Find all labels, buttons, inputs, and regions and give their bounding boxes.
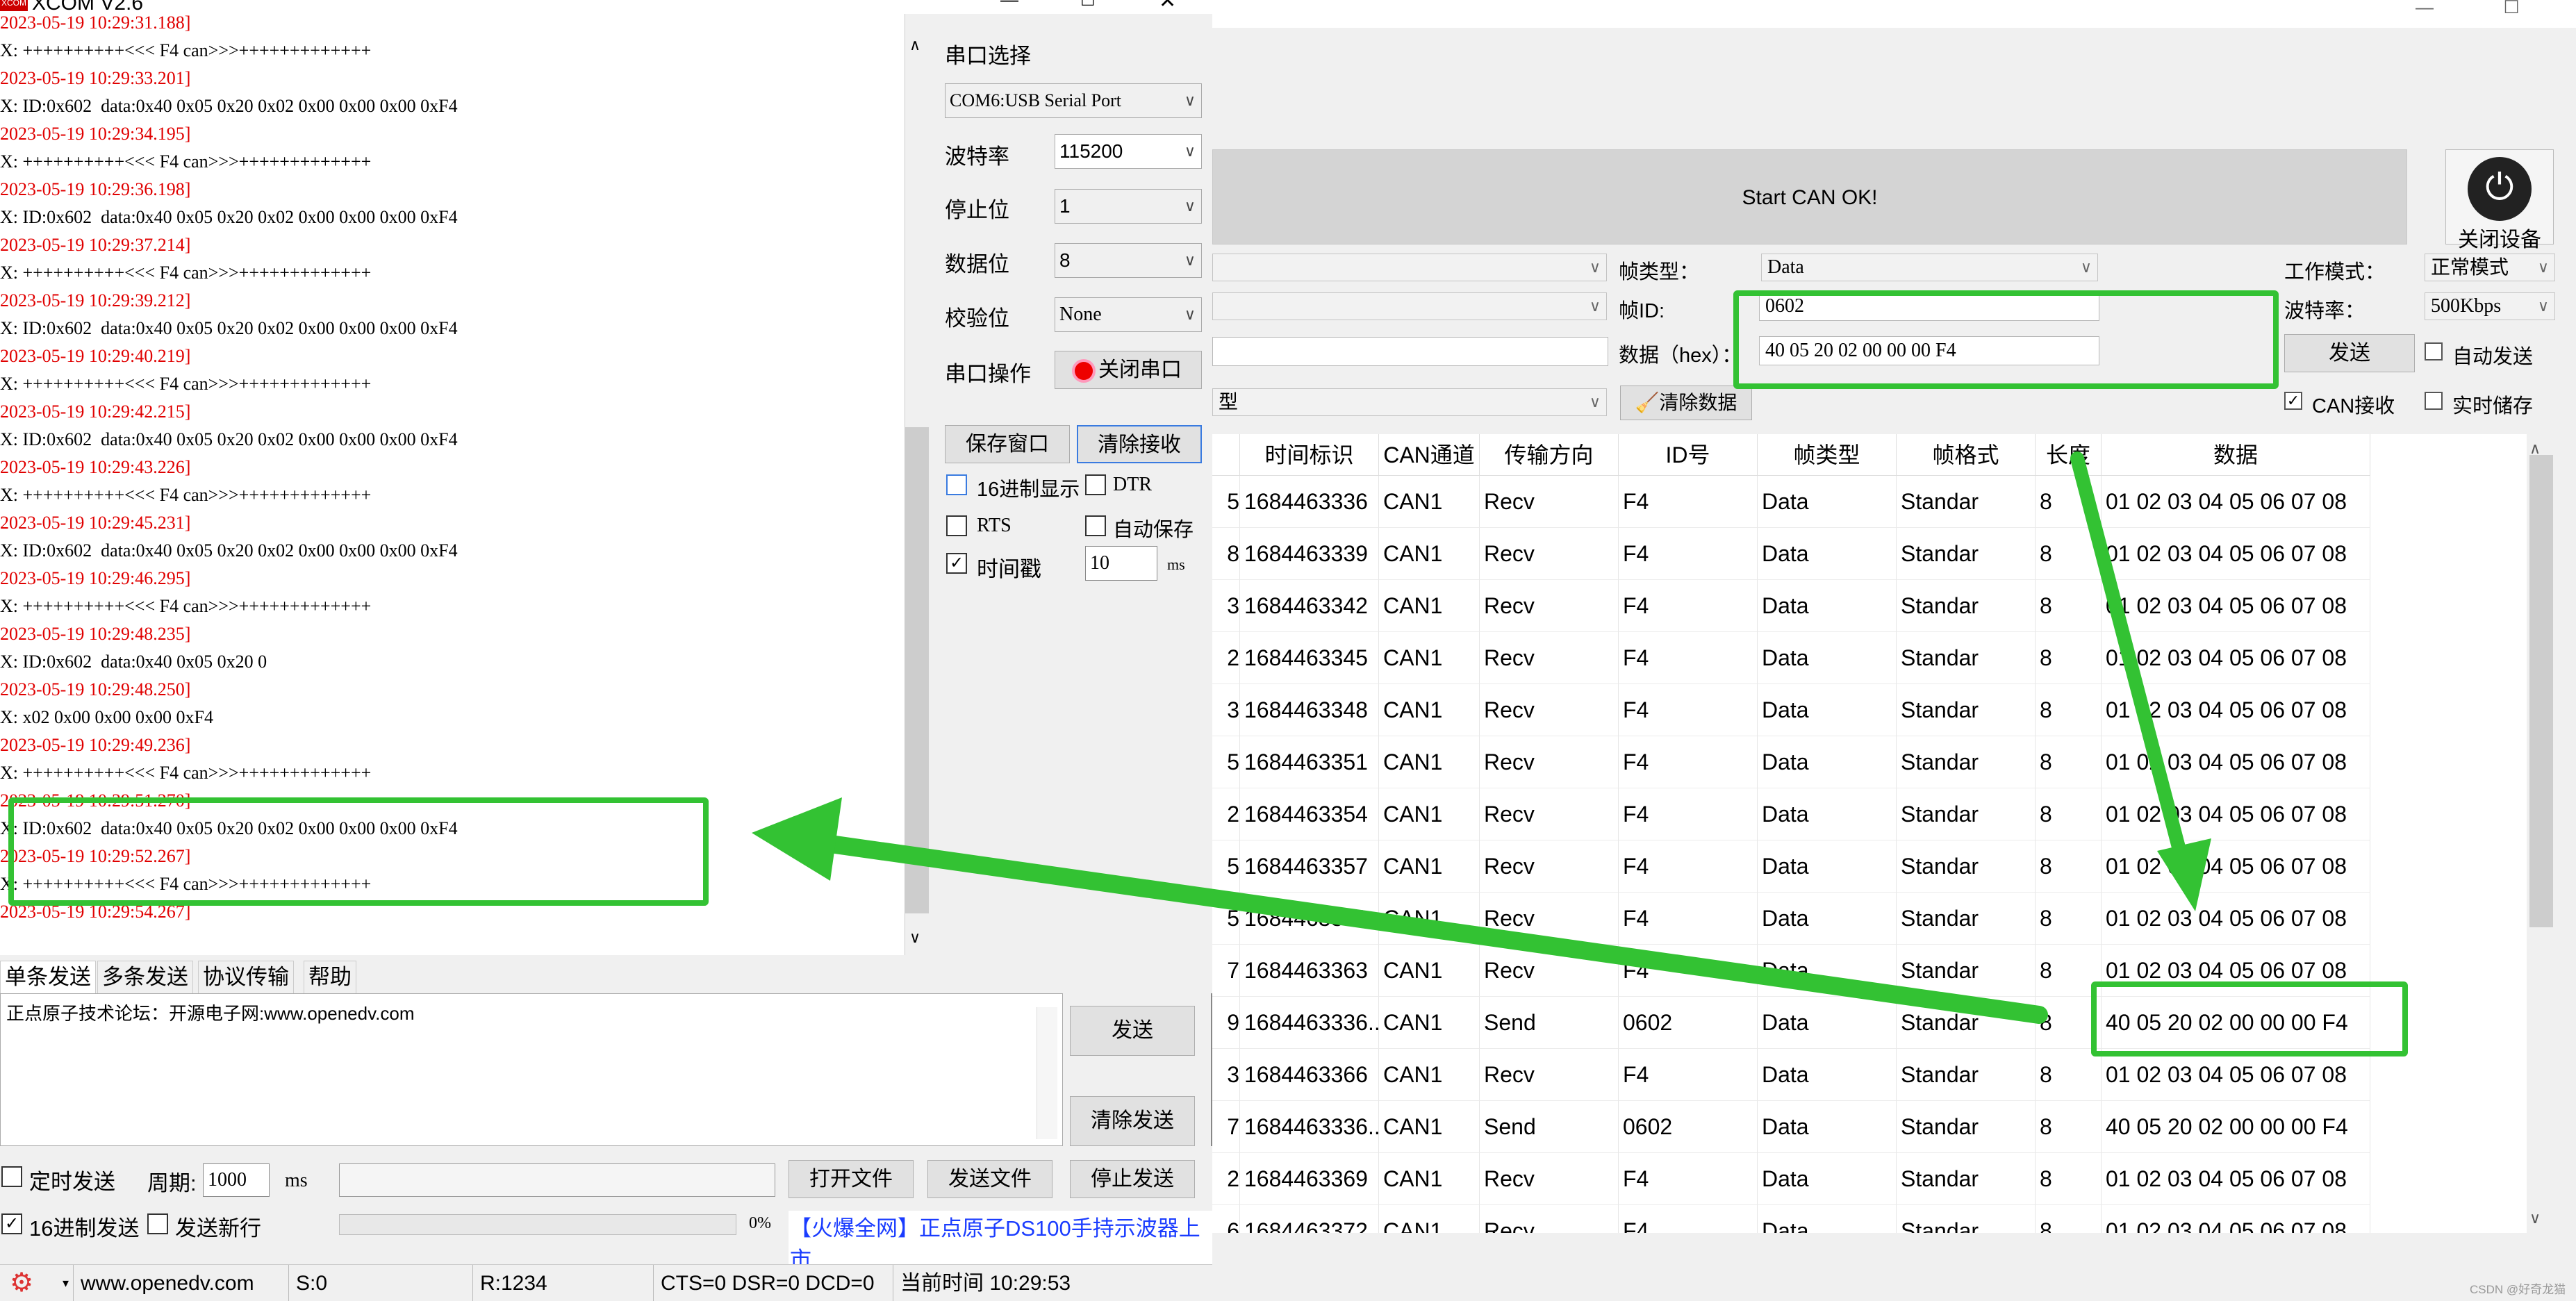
arrow-to-xcom [797, 831, 2048, 1024]
annotation-arrows [752, 451, 2211, 1024]
arrow-to-row [2070, 451, 2188, 865]
arrow-head-down [2157, 838, 2211, 911]
arrow-head-left [752, 797, 842, 881]
